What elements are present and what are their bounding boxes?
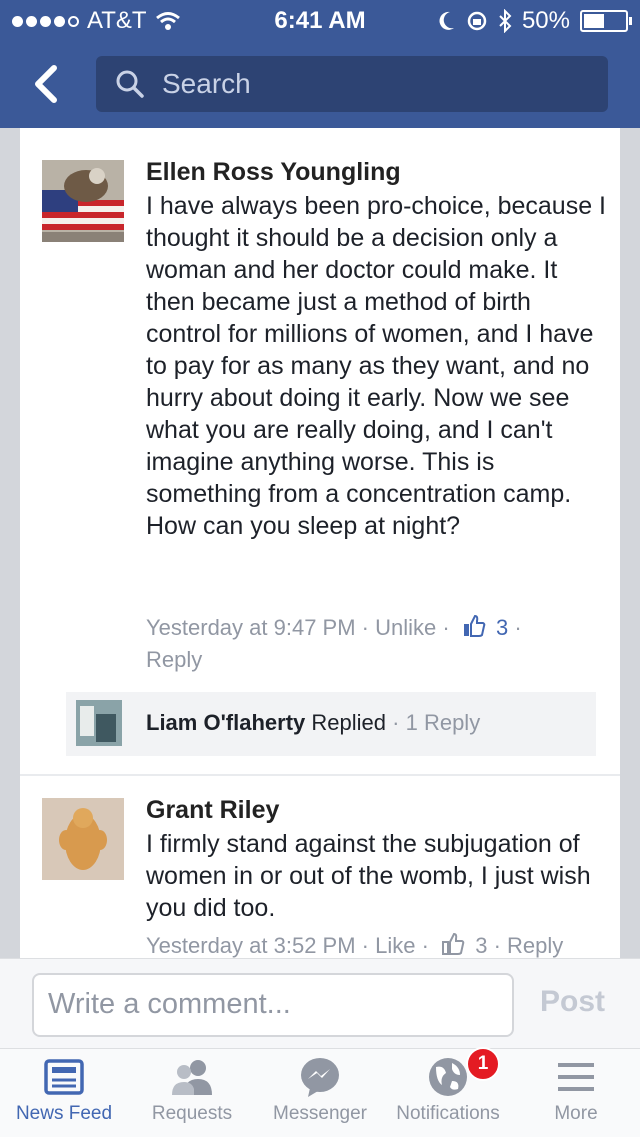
comments-list: Ellen Ross Youngling I have always been … — [20, 128, 620, 958]
avatar[interactable] — [42, 798, 124, 880]
tab-bar: News Feed Requests Messenger Notificatio… — [0, 1047, 640, 1137]
back-arrow-icon[interactable] — [26, 60, 70, 108]
notification-badge: 1 — [466, 1047, 500, 1081]
unlike-button[interactable]: Unlike — [375, 615, 436, 640]
comment-author[interactable]: Ellen Ross Youngling — [146, 158, 401, 187]
tab-label: Messenger — [273, 1103, 367, 1124]
status-bar: AT&T 6:41 AM 50% — [0, 0, 640, 40]
reply-count: 1 Reply — [405, 710, 481, 735]
search-icon — [116, 70, 144, 98]
avatar[interactable] — [42, 160, 124, 242]
tab-label: News Feed — [15, 1103, 113, 1124]
comment-composer: Write a comment... Post — [0, 958, 640, 1049]
comment-meta: Yesterday at 3:52 PM · Like · 3 · Reply — [146, 932, 564, 958]
like-thumb-icon — [463, 614, 486, 637]
post-button[interactable]: Post — [540, 985, 605, 1019]
comment-input[interactable]: Write a comment... — [32, 973, 514, 1037]
comment-text: I have always been pro-choice, because I… — [146, 192, 606, 540]
rotation-lock-icon — [467, 11, 487, 31]
tab-label: Requests — [151, 1103, 233, 1124]
reply-author: Liam O'flaherty — [146, 710, 306, 735]
search-input[interactable]: Search — [96, 56, 608, 112]
comment-author[interactable]: Grant Riley — [146, 796, 279, 825]
bluetooth-icon — [499, 9, 512, 33]
tab-more[interactable]: More — [512, 1055, 640, 1137]
moon-icon — [439, 11, 454, 30]
tab-requests[interactable]: Requests — [128, 1055, 256, 1137]
reply-button[interactable]: Reply — [507, 933, 563, 958]
reply-avatar — [76, 700, 122, 746]
comment-text: I firmly stand against the subjugation o… — [146, 830, 591, 922]
nav-bar: Search — [0, 40, 640, 128]
tab-label: More — [554, 1103, 598, 1124]
tab-messenger[interactable]: Messenger — [256, 1055, 384, 1137]
news-feed-icon — [44, 1059, 84, 1095]
reply-button[interactable]: Reply — [146, 647, 202, 672]
comment-timestamp: Yesterday at 3:52 PM — [146, 933, 356, 958]
tab-news-feed[interactable]: News Feed — [0, 1055, 128, 1137]
battery-percent: 50% — [521, 7, 570, 34]
like-count[interactable]: 3 — [475, 933, 487, 958]
comment-meta: Yesterday at 9:47 PM · Unlike · 3 · Repl… — [146, 614, 522, 672]
comment-input-placeholder: Write a comment... — [48, 988, 291, 1020]
globe-icon — [429, 1058, 467, 1096]
battery-icon — [580, 10, 632, 32]
hamburger-menu-icon — [558, 1063, 594, 1091]
reply-preview[interactable]: Liam O'flaherty Replied · 1 Reply — [66, 692, 596, 756]
friend-requests-icon — [172, 1060, 212, 1095]
like-thumb-icon — [442, 932, 465, 955]
reply-action: Replied — [311, 710, 387, 735]
like-count[interactable]: 3 — [496, 615, 508, 640]
messenger-icon — [301, 1058, 339, 1097]
like-button[interactable]: Like — [375, 933, 415, 958]
search-placeholder: Search — [162, 68, 251, 99]
tab-label: Notifications — [396, 1103, 500, 1124]
divider — [20, 774, 620, 776]
comment-timestamp: Yesterday at 9:47 PM — [146, 615, 356, 640]
